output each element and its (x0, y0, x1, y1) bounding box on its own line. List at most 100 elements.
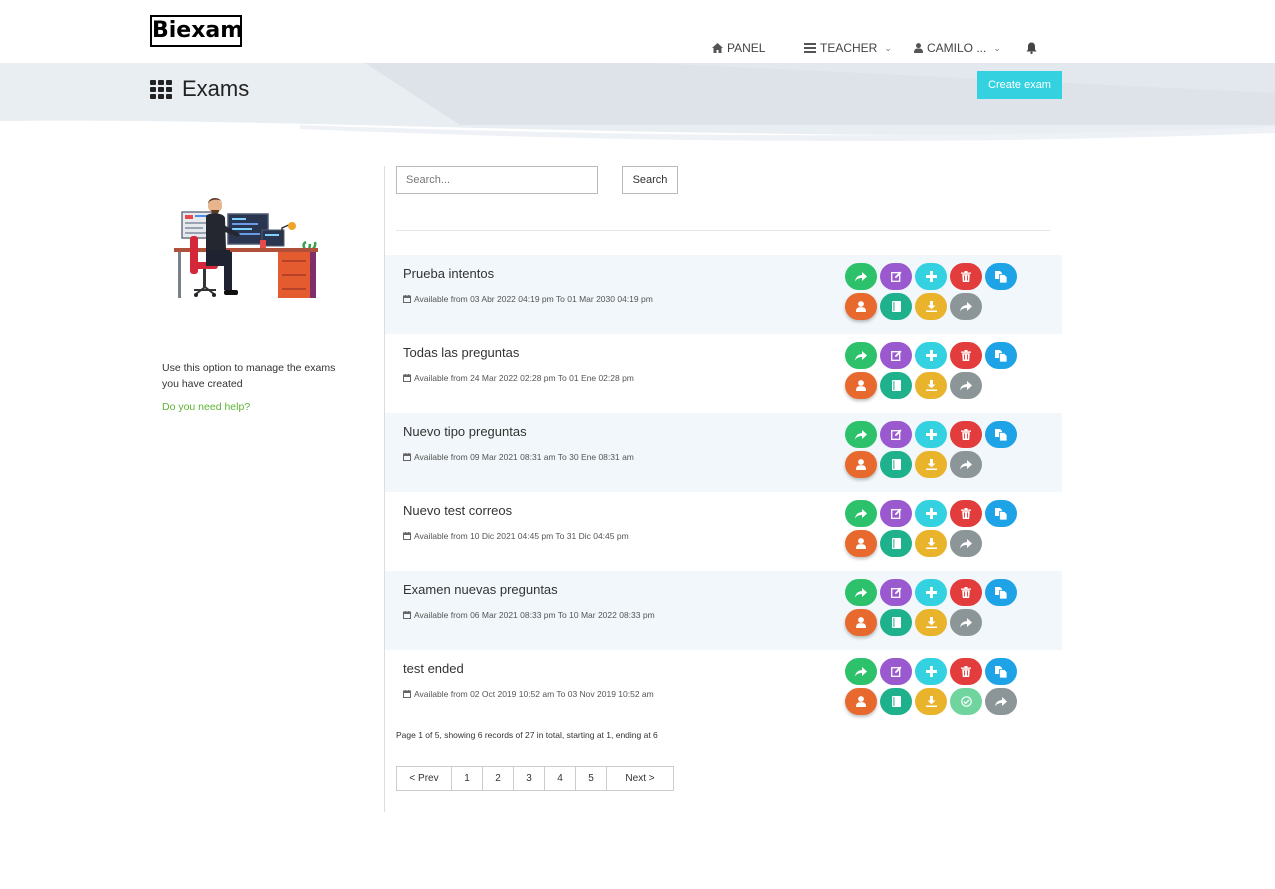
results-button[interactable] (880, 530, 912, 557)
nav-user-menu[interactable]: CAMILO ... ⌄ (914, 40, 1001, 56)
help-link[interactable]: Do you need help? (162, 401, 250, 413)
prev-page-button[interactable]: < Prev (396, 766, 452, 791)
edit-icon (890, 271, 901, 282)
exam-name[interactable]: test ended (403, 661, 464, 676)
download-button[interactable] (915, 372, 947, 399)
copy-button[interactable] (985, 263, 1017, 290)
download-button[interactable] (915, 451, 947, 478)
page-button-5[interactable]: 5 (575, 766, 607, 791)
page-button-3[interactable]: 3 (513, 766, 545, 791)
exam-name[interactable]: Nuevo tipo preguntas (403, 424, 527, 439)
download-button[interactable] (915, 609, 947, 636)
download-button[interactable] (915, 293, 947, 320)
nav-teacher[interactable]: TEACHER ⌄ (804, 40, 892, 56)
nav-panel[interactable]: PANEL (712, 40, 765, 56)
exam-name[interactable]: Prueba intentos (403, 266, 494, 281)
completed-button[interactable] (950, 688, 982, 715)
grid-icon (150, 80, 172, 99)
students-button[interactable] (845, 372, 877, 399)
trash-icon (961, 587, 971, 598)
create-exam-button[interactable]: Create exam (977, 71, 1062, 99)
delete-button[interactable] (950, 342, 982, 369)
page-button-4[interactable]: 4 (544, 766, 576, 791)
results-button[interactable] (880, 609, 912, 636)
delete-button[interactable] (950, 658, 982, 685)
edit-button[interactable] (880, 579, 912, 606)
add-question-button[interactable] (915, 342, 947, 369)
search-button[interactable]: Search (622, 166, 678, 194)
edit-button[interactable] (880, 263, 912, 290)
nav-teacher-label: TEACHER (820, 41, 878, 55)
forward-button[interactable] (950, 530, 982, 557)
share-button[interactable] (845, 263, 877, 290)
delete-button[interactable] (950, 263, 982, 290)
results-button[interactable] (880, 688, 912, 715)
copy-icon (995, 507, 1007, 520)
add-question-button[interactable] (915, 421, 947, 448)
exam-name[interactable]: Todas las preguntas (403, 345, 519, 360)
notifications-button[interactable] (1026, 40, 1037, 56)
add-question-button[interactable] (915, 579, 947, 606)
copy-button[interactable] (985, 421, 1017, 448)
edit-button[interactable] (880, 421, 912, 448)
exam-availability: Available from 02 Oct 2019 10:52 am To 0… (403, 689, 654, 699)
forward-button[interactable] (985, 688, 1017, 715)
add-question-button[interactable] (915, 658, 947, 685)
calendar-icon (403, 295, 411, 303)
page-button-2[interactable]: 2 (482, 766, 514, 791)
share-arrow-icon (995, 696, 1007, 706)
results-button[interactable] (880, 451, 912, 478)
copy-button[interactable] (985, 658, 1017, 685)
share-button[interactable] (845, 579, 877, 606)
trash-icon (961, 271, 971, 282)
share-button[interactable] (845, 421, 877, 448)
forward-button[interactable] (950, 293, 982, 320)
edit-button[interactable] (880, 342, 912, 369)
copy-button[interactable] (985, 579, 1017, 606)
nav-user-label: CAMILO ... (927, 41, 987, 55)
forward-button[interactable] (950, 372, 982, 399)
results-button[interactable] (880, 372, 912, 399)
exam-name[interactable]: Nuevo test correos (403, 503, 512, 518)
share-button[interactable] (845, 500, 877, 527)
share-arrow-icon (855, 429, 867, 439)
pagination: < Prev 1 2 3 4 5 Next > (396, 766, 674, 791)
add-question-button[interactable] (915, 500, 947, 527)
forward-button[interactable] (950, 609, 982, 636)
exam-list: Prueba intentos Available from 03 Abr 202… (385, 255, 1062, 729)
add-question-button[interactable] (915, 263, 947, 290)
nav-panel-label: PANEL (727, 41, 766, 55)
edit-button[interactable] (880, 500, 912, 527)
share-arrow-icon (855, 508, 867, 518)
students-button[interactable] (845, 530, 877, 557)
download-button[interactable] (915, 530, 947, 557)
app-logo[interactable]: Biexam (150, 15, 243, 47)
exam-name[interactable]: Examen nuevas preguntas (403, 582, 558, 597)
search-input[interactable] (396, 166, 598, 194)
exam-availability-text: Available from 24 Mar 2022 02:28 pm To 0… (414, 373, 634, 383)
share-button[interactable] (845, 342, 877, 369)
edit-button[interactable] (880, 658, 912, 685)
copy-button[interactable] (985, 500, 1017, 527)
delete-button[interactable] (950, 500, 982, 527)
chevron-down-icon: ⌄ (884, 42, 892, 53)
delete-button[interactable] (950, 579, 982, 606)
students-button[interactable] (845, 451, 877, 478)
book-icon (891, 380, 901, 391)
user-icon (856, 301, 866, 312)
share-button[interactable] (845, 658, 877, 685)
trash-icon (961, 508, 971, 519)
user-icon (856, 459, 866, 470)
delete-button[interactable] (950, 421, 982, 448)
students-button[interactable] (845, 688, 877, 715)
edit-icon (890, 350, 901, 361)
forward-button[interactable] (950, 451, 982, 478)
trash-icon (961, 666, 971, 677)
results-button[interactable] (880, 293, 912, 320)
copy-button[interactable] (985, 342, 1017, 369)
next-page-button[interactable]: Next > (606, 766, 674, 791)
download-button[interactable] (915, 688, 947, 715)
page-button-1[interactable]: 1 (451, 766, 483, 791)
students-button[interactable] (845, 293, 877, 320)
students-button[interactable] (845, 609, 877, 636)
